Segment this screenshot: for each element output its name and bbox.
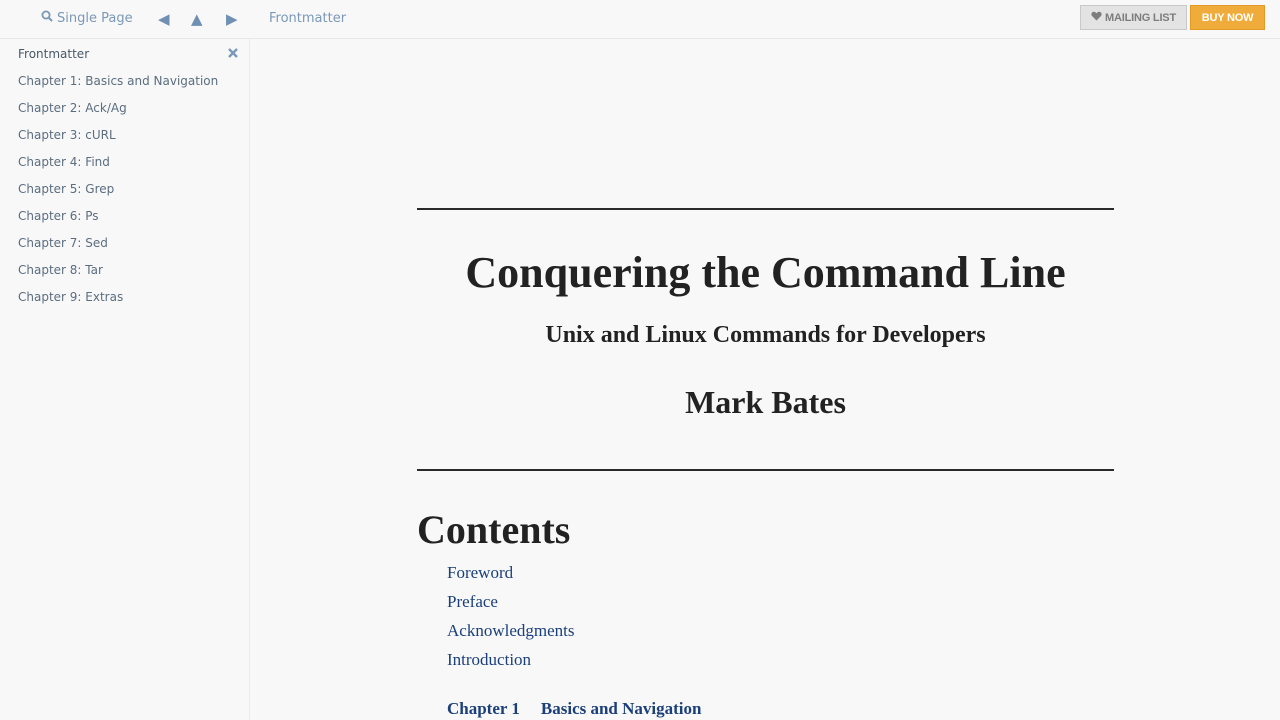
sidebar-item-chapter-4[interactable]: Chapter 4: Find xyxy=(18,155,110,169)
close-sidebar-icon[interactable] xyxy=(227,44,239,58)
contents-heading: Contents xyxy=(417,507,571,552)
sidebar-item-chapter-2[interactable]: Chapter 2: Ack/Ag xyxy=(18,101,127,115)
sidebar-item-chapter-1[interactable]: Chapter 1: Basics and Navigation xyxy=(18,74,218,88)
next-page-arrow-icon[interactable]: ▶ xyxy=(226,0,238,38)
toc-link-preface[interactable]: Preface xyxy=(447,592,498,612)
sidebar-item-chapter-5[interactable]: Chapter 5: Grep xyxy=(18,182,114,196)
mailing-list-button[interactable]: MAILING LIST xyxy=(1080,5,1187,30)
sidebar-item-chapter-6[interactable]: Chapter 6: Ps xyxy=(18,209,99,223)
search-icon xyxy=(41,0,53,38)
up-arrow-icon[interactable]: ▲ xyxy=(191,0,203,38)
sidebar-item-frontmatter[interactable]: Frontmatter xyxy=(18,47,89,61)
book-content: Conquering the Command Line Unix and Lin… xyxy=(250,39,1280,720)
book-subtitle: Unix and Linux Commands for Developers xyxy=(545,322,986,348)
book-author: Mark Bates xyxy=(685,384,846,420)
bottom-divider xyxy=(417,469,1114,471)
breadcrumb[interactable]: Frontmatter xyxy=(269,0,346,38)
single-page-link[interactable]: Single Page xyxy=(41,0,133,38)
top-toolbar: Single Page ◀ ▲ ▶ Frontmatter MAILING LI… xyxy=(0,0,1280,39)
toc-chapter-number: Chapter 1 xyxy=(447,699,520,718)
sidebar-item-chapter-7[interactable]: Chapter 7: Sed xyxy=(18,236,108,250)
sidebar-item-chapter-8[interactable]: Chapter 8: Tar xyxy=(18,263,103,277)
toc-link-foreword[interactable]: Foreword xyxy=(447,563,513,583)
sidebar: Frontmatter Chapter 1: Basics and Naviga… xyxy=(0,39,250,720)
single-page-label: Single Page xyxy=(57,11,133,26)
heart-icon xyxy=(1091,11,1102,24)
toc-link-introduction[interactable]: Introduction xyxy=(447,650,531,670)
sidebar-item-chapter-3[interactable]: Chapter 3: cURL xyxy=(18,128,116,142)
buy-now-button[interactable]: BUY NOW xyxy=(1190,5,1265,30)
book-title: Conquering the Command Line xyxy=(465,248,1066,297)
toc-link-acknowledgments[interactable]: Acknowledgments xyxy=(447,621,574,641)
toc-chapter-1-link[interactable]: Chapter 1 Basics and Navigation xyxy=(447,699,701,719)
sidebar-item-chapter-9[interactable]: Chapter 9: Extras xyxy=(18,290,123,304)
top-divider xyxy=(417,208,1114,210)
previous-page-arrow-icon[interactable]: ◀ xyxy=(158,0,170,38)
mailing-list-label: MAILING LIST xyxy=(1105,11,1176,24)
toc-chapter-title: Basics and Navigation xyxy=(540,699,702,718)
